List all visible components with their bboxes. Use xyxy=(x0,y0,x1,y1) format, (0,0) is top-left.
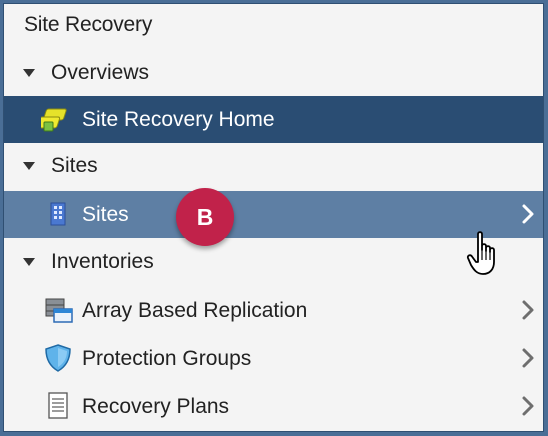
nav-item-recovery-plans[interactable]: Recovery Plans xyxy=(4,383,543,430)
nav-item-site-recovery-home[interactable]: Site Recovery Home xyxy=(4,96,543,143)
section-label: Inventories xyxy=(51,250,154,273)
chevron-right-icon[interactable] xyxy=(519,203,537,225)
chevron-right-icon[interactable] xyxy=(519,299,537,321)
hand-cursor-icon xyxy=(466,231,495,275)
site-recovery-icon xyxy=(41,108,67,132)
nav-item-sites[interactable]: Sites xyxy=(4,191,543,238)
nav-item-protection-groups[interactable]: Protection Groups xyxy=(4,335,543,382)
caret-down-icon[interactable] xyxy=(23,162,35,170)
caret-down-icon[interactable] xyxy=(23,69,35,77)
caret-down-icon[interactable] xyxy=(23,258,35,266)
section-overviews[interactable]: Overviews xyxy=(4,50,543,96)
section-label: Overviews xyxy=(51,61,150,84)
section-inventories[interactable]: Inventories xyxy=(4,239,543,285)
nav-item-label: Protection Groups xyxy=(82,346,252,370)
nav-item-label: Recovery Plans xyxy=(82,394,230,418)
nav-item-label: Site Recovery Home xyxy=(82,107,275,131)
chevron-right-icon[interactable] xyxy=(519,395,537,417)
building-icon xyxy=(50,202,66,226)
panel-title: Site Recovery xyxy=(24,13,153,36)
shield-icon xyxy=(45,344,71,372)
nav-item-label: Sites xyxy=(82,202,129,226)
storage-array-icon xyxy=(45,298,73,323)
nav-item-array-based-replication[interactable]: Array Based Replication xyxy=(4,287,543,334)
nav-item-label: Array Based Replication xyxy=(82,298,308,322)
section-sites[interactable]: Sites xyxy=(4,143,543,189)
section-label: Sites xyxy=(51,154,98,177)
document-list-icon xyxy=(48,392,68,419)
callout-badge: B xyxy=(176,188,234,246)
site-recovery-navigator: Site Recovery Overviews Site Recovery Ho… xyxy=(3,3,544,432)
chevron-right-icon[interactable] xyxy=(519,347,537,369)
